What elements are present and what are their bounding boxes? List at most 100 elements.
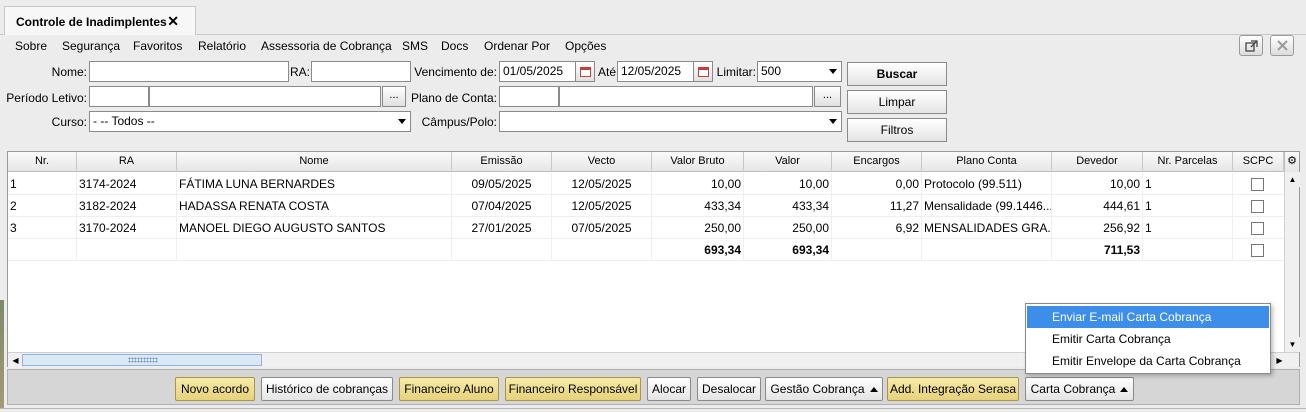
cell-empty [922, 239, 1052, 261]
desalocar-button[interactable]: Desalocar [697, 377, 761, 401]
vencimento-de-input[interactable]: 01/05/2025 [499, 61, 576, 82]
col-ra[interactable]: RA [77, 152, 177, 172]
scpc-checkbox[interactable] [1251, 200, 1264, 213]
column-settings-button[interactable]: ⚙ [1284, 152, 1299, 172]
scroll-up-icon[interactable]: ▲ [1285, 172, 1300, 187]
carta-cobranca-label: Carta Cobrança [1030, 382, 1116, 396]
scroll-right-icon[interactable]: ▶ [1272, 353, 1287, 368]
menu-item-emitir-carta[interactable]: Emitir Carta Cobrança [1027, 328, 1269, 350]
plano-lookup-button[interactable]: ... [814, 86, 841, 107]
cell-ra: 3170-2024 [77, 217, 177, 239]
col-valor[interactable]: Valor [744, 152, 832, 172]
cell-devedor: 10,00 [1052, 173, 1143, 195]
integracao-serasa-button[interactable]: Add. Integração Serasa [887, 377, 1019, 401]
limitar-select[interactable]: 500 [757, 61, 842, 82]
alocar-button[interactable]: Alocar [647, 377, 691, 401]
horizontal-scroll-thumb[interactable] [22, 354, 262, 366]
scpc-checkbox[interactable] [1251, 244, 1264, 257]
cell-vecto: 12/05/2025 [552, 195, 652, 217]
plano-desc-input[interactable] [559, 86, 813, 107]
cell-plano-conta: MENSALIDADES GRA... [922, 217, 1052, 239]
table-row[interactable]: 1 3174-2024 FÁTIMA LUNA BERNARDES 09/05/… [8, 173, 1284, 195]
gestao-cobranca-button[interactable]: Gestão Cobrança [765, 377, 883, 401]
menu-sms[interactable]: SMS [402, 39, 428, 53]
menu-docs[interactable]: Docs [441, 39, 468, 53]
financeiro-aluno-button[interactable]: Financeiro Aluno [399, 377, 499, 401]
carta-cobranca-button[interactable]: Carta Cobrança [1025, 377, 1134, 401]
menu-favoritos[interactable]: Favoritos [133, 39, 182, 53]
vencimento-ate-input[interactable]: 12/05/2025 [617, 61, 694, 82]
window-close-button[interactable] [1270, 35, 1294, 56]
col-plano-conta[interactable]: Plano Conta [922, 152, 1052, 172]
cell-nr: 2 [8, 195, 77, 217]
cell-nome: MANOEL DIEGO AUGUSTO SANTOS [177, 217, 452, 239]
menu-item-enviar-email[interactable]: Enviar E-mail Carta Cobrança [1027, 306, 1269, 328]
menu-opcoes[interactable]: Opções [565, 39, 606, 53]
menu-assessoria[interactable]: Assessoria de Cobrança [261, 39, 392, 53]
col-nr[interactable]: Nr. [8, 152, 77, 172]
cell-devedor: 256,92 [1052, 217, 1143, 239]
carta-cobranca-menu: Enviar E-mail Carta Cobrança Emitir Cart… [1025, 303, 1271, 374]
filtros-button[interactable]: Filtros [847, 118, 947, 142]
menu-seguranca[interactable]: Segurança [62, 39, 120, 53]
col-vecto[interactable]: Vecto [552, 152, 652, 172]
tab-controle-inadimplentes[interactable]: Controle de Inadimplentes ✕ [4, 6, 196, 35]
plano-label: Plano de Conta: [410, 91, 497, 105]
limpar-button[interactable]: Limpar [847, 90, 947, 114]
col-valor-bruto[interactable]: Valor Bruto [652, 152, 744, 172]
col-devedor[interactable]: Devedor [1052, 152, 1143, 172]
scpc-checkbox[interactable] [1251, 178, 1264, 191]
calendar-de-button[interactable] [575, 61, 595, 82]
cell-nr: 1 [8, 173, 77, 195]
scroll-left-icon[interactable]: ◀ [8, 353, 23, 368]
periodo-label: Período Letivo: [6, 91, 87, 105]
menu-sobre[interactable]: Sobre [15, 39, 47, 53]
scpc-checkbox[interactable] [1251, 222, 1264, 235]
close-icon [1276, 40, 1288, 51]
cell-vecto: 07/05/2025 [552, 217, 652, 239]
cell-empty [77, 239, 177, 261]
cell-nr: 3 [8, 217, 77, 239]
popout-icon [1244, 39, 1258, 52]
cell-ra: 3174-2024 [77, 173, 177, 195]
table-row[interactable]: 2 3182-2024 HADASSA RENATA COSTA 07/04/2… [8, 195, 1284, 217]
buscar-button[interactable]: Buscar [847, 62, 947, 86]
menu-ordenar-por[interactable]: Ordenar Por [484, 39, 550, 53]
col-nr-parcelas[interactable]: Nr. Parcelas [1143, 152, 1233, 172]
col-encargos[interactable]: Encargos [832, 152, 922, 172]
cell-empty [8, 239, 77, 261]
cell-nome: HADASSA RENATA COSTA [177, 195, 452, 217]
chevron-up-icon [869, 387, 878, 392]
col-nome[interactable]: Nome [177, 152, 452, 172]
calendar-ate-button[interactable] [693, 61, 713, 82]
novo-acordo-button[interactable]: Novo acordo [175, 377, 255, 401]
ra-label: RA: [290, 65, 311, 79]
cell-encargos: 11,27 [832, 195, 922, 217]
cell-ra: 3182-2024 [77, 195, 177, 217]
financeiro-responsavel-button[interactable]: Financeiro Responsável [505, 377, 641, 401]
limitar-value: 500 [761, 64, 782, 78]
chevron-down-icon [398, 119, 406, 124]
scroll-down-icon[interactable]: ▼ [1285, 337, 1300, 352]
historico-cobrancas-button[interactable]: Histórico de cobranças [261, 377, 393, 401]
periodo-lookup-button[interactable]: ... [382, 86, 406, 107]
curso-select[interactable]: - -- Todos -- [89, 111, 411, 132]
menu-relatorio[interactable]: Relatório [198, 39, 246, 53]
nome-input[interactable] [89, 61, 289, 82]
total-valor-bruto: 693,34 [652, 239, 744, 261]
periodo-desc-input[interactable] [149, 86, 381, 107]
tab-close-icon[interactable]: ✕ [167, 13, 179, 30]
col-scpc[interactable]: SCPC [1233, 152, 1284, 172]
col-emissao[interactable]: Emissão [452, 152, 552, 172]
ra-input[interactable] [311, 61, 411, 82]
grip-icon [128, 357, 158, 363]
campus-select[interactable] [499, 111, 842, 132]
plano-code-input[interactable] [499, 86, 559, 107]
menu-item-emitir-envelope[interactable]: Emitir Envelope da Carta Cobrança [1027, 350, 1269, 372]
popout-button[interactable] [1239, 35, 1263, 56]
periodo-code-input[interactable] [89, 86, 149, 107]
vertical-scrollbar[interactable]: ▲ ▼ [1284, 172, 1300, 352]
table-row[interactable]: 3 3170-2024 MANOEL DIEGO AUGUSTO SANTOS … [8, 217, 1284, 239]
cell-empty [552, 239, 652, 261]
tab-title: Controle de Inadimplentes [16, 15, 167, 29]
